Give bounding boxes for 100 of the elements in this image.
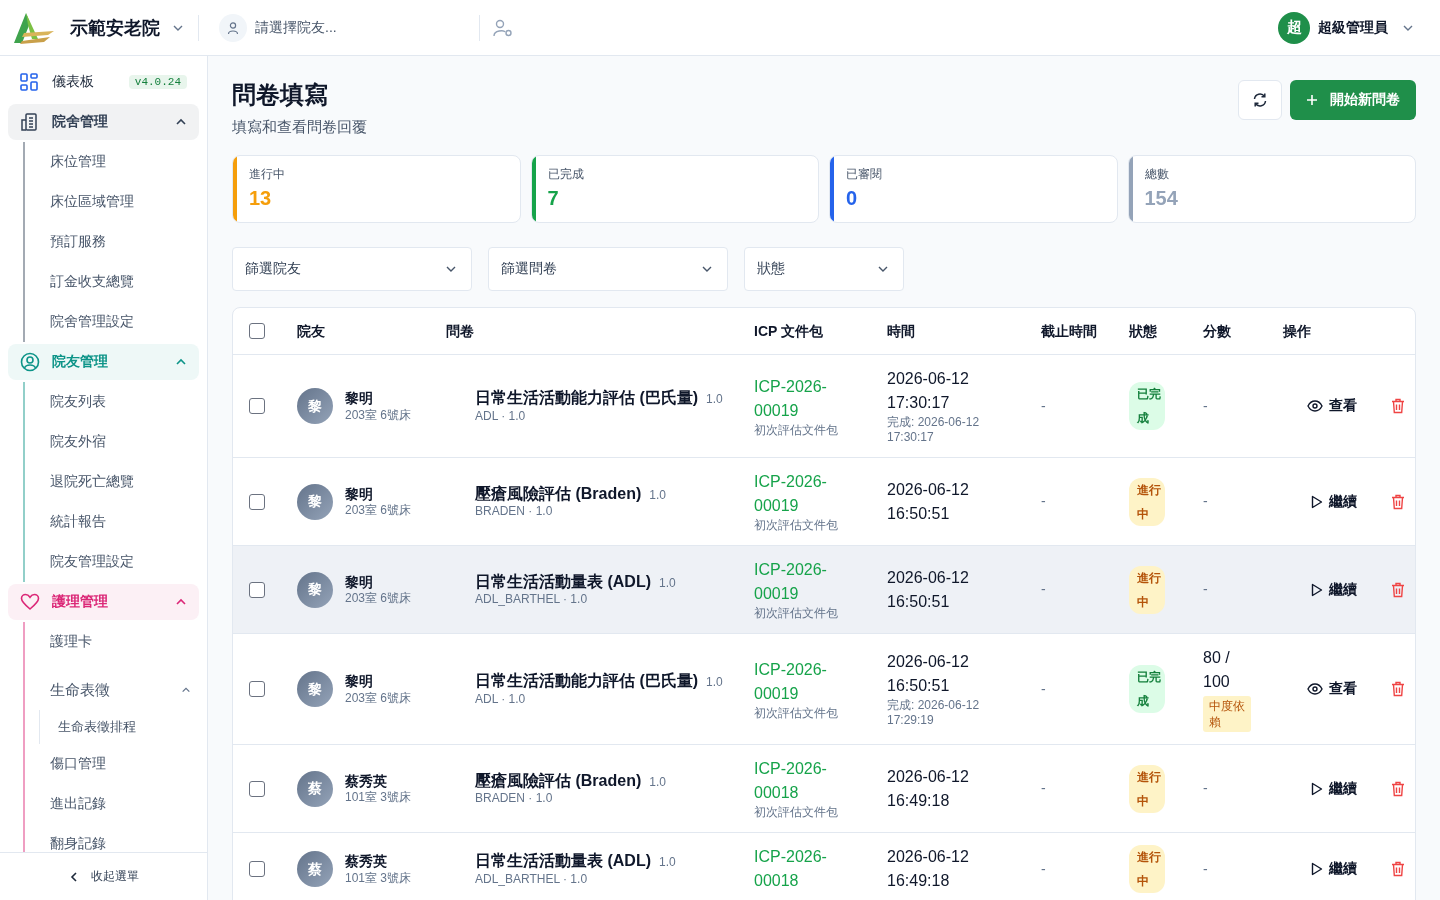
eye-icon (1307, 400, 1323, 412)
new-survey-button[interactable]: 開始新問卷 (1290, 80, 1416, 120)
delete-icon[interactable] (1391, 493, 1405, 510)
status-badge: 進行中 (1129, 845, 1165, 893)
resident-name: 蔡秀英 (345, 771, 388, 791)
status-badge: 進行中 (1129, 477, 1165, 526)
view-button[interactable]: 查看 (1293, 680, 1357, 698)
eye-icon (1307, 683, 1323, 695)
column-header: ICP 文件包 (754, 321, 823, 341)
sidebar-item[interactable]: 訂金收支總覽 (25, 262, 199, 302)
page-title: 問卷填寫 (232, 80, 329, 110)
delete-icon[interactable] (1391, 861, 1405, 877)
resident-avatar: 黎 (297, 571, 333, 608)
delete-icon[interactable] (1391, 681, 1405, 697)
table-row[interactable]: 黎 黎明 203室 6號床 日常生活活動能力評估 (巴氏量) 1.0 ADL · 1.0 ICP-2026-00019 初次評估文件包 2026-06-12 16:50:51 完成: 2026-06-12 17:29:19 - 已完成 80 / 100 中度依賴 查看 (233, 634, 1415, 745)
resident-avatar: 蔡 (297, 770, 333, 807)
stat-value: 13 (249, 187, 273, 210)
delete-icon[interactable] (1391, 581, 1405, 598)
table-row[interactable]: 黎 黎明 203室 6號床 日常生活活動量表 (ADL) 1.0 ADL_BARTHEL · 1.0 ICP-2026-00019 初次評估文件包 2026-06-12 16:50:51 - 進行中 - 繼續 (233, 546, 1415, 634)
survey-title: 日常生活活動量表 (ADL) (475, 571, 651, 592)
delete-icon[interactable] (1391, 780, 1405, 797)
row-checkbox[interactable] (249, 681, 265, 697)
survey-version: 1.0 (649, 487, 666, 504)
room-bed: 203室 6號床 (345, 591, 412, 607)
sidebar-item[interactable]: 院舍管理設定 (25, 302, 199, 342)
survey-code: BRADEN · 1.0 (475, 504, 554, 520)
heart-icon (20, 592, 40, 612)
sidebar-item[interactable]: 護理卡 (25, 622, 199, 662)
play-icon (1311, 494, 1323, 509)
score-text: - (1203, 396, 1209, 416)
sidebar-group[interactable]: 院友管理 (8, 344, 199, 380)
sidebar-group[interactable]: 護理管理 (8, 584, 199, 620)
resident-name: 黎明 (345, 484, 374, 504)
facility-selector[interactable]: 示範安老院 (70, 15, 184, 40)
room-bed: 203室 6號床 (345, 503, 412, 519)
version-badge: v4.0.24 (128, 75, 187, 89)
sidebar-item[interactable]: 床位區域管理 (25, 182, 199, 222)
person-icon (219, 13, 247, 42)
resident-name: 黎明 (345, 389, 374, 408)
sidebar-group[interactable]: 院舍管理 (8, 104, 199, 140)
filter-dropdown[interactable]: 狀態 (744, 247, 904, 291)
room-bed: 203室 6號床 (345, 690, 412, 706)
deadline-text: - (1041, 396, 1046, 416)
user-settings-icon[interactable] (492, 17, 514, 38)
sidebar-item[interactable]: 院友列表 (25, 382, 199, 422)
survey-version: 1.0 (659, 855, 676, 871)
time-text: 2026-06-12 16:50:51 (887, 652, 970, 696)
survey-code: BRADEN · 1.0 (475, 791, 554, 807)
resident-selector[interactable]: 請選擇院友... (199, 7, 479, 48)
sidebar-item[interactable]: 進出記錄 (25, 784, 199, 824)
sidebar-item[interactable]: 儀表板 v4.0.24 (8, 62, 199, 102)
row-checkbox[interactable] (249, 398, 265, 414)
view-button[interactable]: 查看 (1293, 397, 1357, 415)
resident-avatar: 蔡 (297, 851, 333, 887)
filter-dropdown[interactable]: 篩選院友 (232, 247, 472, 291)
delete-icon[interactable] (1391, 398, 1405, 414)
continue-button[interactable]: 繼續 (1293, 860, 1357, 878)
time-text: 2026-06-12 16:49:18 (887, 766, 970, 811)
row-checkbox[interactable] (249, 780, 265, 797)
table-row[interactable]: 蔡 蔡秀英 101室 3號床 壓瘡風險評估 (Braden) 1.0 BRADEN · 1.0 ICP-2026-00018 初次評估文件包 2026-06-12 16:49:18 - 進行中 - 繼續 (233, 745, 1415, 833)
icp-package: 初次評估文件包 (754, 705, 839, 721)
resident-avatar: 黎 (297, 671, 333, 707)
sidebar-item[interactable]: 統計報告 (25, 502, 199, 542)
collapse-menu-button[interactable]: 收起選單 (0, 852, 207, 900)
survey-version: 1.0 (659, 575, 676, 592)
user-menu[interactable]: 超 超級管理員 (1278, 11, 1414, 44)
sidebar-item[interactable]: 預訂服務 (25, 222, 199, 262)
survey-code: ADL_BARTHEL · 1.0 (475, 592, 589, 608)
survey-code: ADL · 1.0 (475, 408, 527, 424)
completed-time: 完成: 2026-06-12 17:29:19 (887, 698, 981, 728)
sidebar-item[interactable]: 院友管理設定 (25, 542, 199, 582)
plus-icon (1306, 94, 1318, 106)
deadline-text: - (1041, 492, 1046, 511)
completed-time: 完成: 2026-06-12 17:30:17 (887, 415, 981, 445)
survey-title: 日常生活活動能力評估 (巴氏量) (475, 671, 699, 692)
row-checkbox[interactable] (249, 581, 265, 598)
sidebar-item[interactable]: 床位管理 (25, 142, 199, 182)
continue-button[interactable]: 繼續 (1293, 580, 1357, 599)
survey-title: 壓瘡風險評估 (Braden) (475, 483, 642, 504)
table-row[interactable]: 黎 黎明 203室 6號床 日常生活活動能力評估 (巴氏量) 1.0 ADL · 1.0 ICP-2026-00019 初次評估文件包 2026-06-12 17:30:17 完成: 2026-06-12 17:30:17 - 已完成 - 查看 (233, 355, 1415, 458)
row-checkbox[interactable] (249, 861, 265, 877)
row-checkbox[interactable] (249, 493, 265, 510)
sidebar-item[interactable]: 生命表徵排程 (40, 712, 199, 742)
select-all-checkbox[interactable] (249, 323, 265, 339)
column-header: 截止時間 (1041, 321, 1097, 341)
deadline-text: - (1041, 679, 1046, 699)
sidebar-item[interactable]: 翻身記錄 (25, 824, 199, 852)
sidebar-item[interactable]: 生命表徵 (25, 670, 199, 710)
filter-dropdown[interactable]: 篩選問卷 (488, 247, 728, 291)
sidebar-item[interactable]: 退院死亡總覽 (25, 462, 199, 502)
survey-title: 日常生活活動量表 (ADL) (475, 851, 651, 872)
resident-avatar: 黎 (297, 483, 333, 520)
continue-button[interactable]: 繼續 (1293, 492, 1357, 511)
user-avatar: 超 (1278, 11, 1310, 44)
refresh-button[interactable] (1238, 80, 1282, 120)
sidebar-item[interactable]: 院友外宿 (25, 422, 199, 462)
sidebar-item[interactable]: 傷口管理 (25, 744, 199, 784)
deadline-text: - (1041, 779, 1046, 798)
continue-button[interactable]: 繼續 (1293, 779, 1357, 798)
table-row[interactable]: 蔡 蔡秀英 101室 3號床 日常生活活動量表 (ADL) 1.0 ADL_BARTHEL · 1.0 ICP-2026-00018 2026-06-12 16:49:18 - 進行中 - 繼續 (233, 833, 1415, 900)
